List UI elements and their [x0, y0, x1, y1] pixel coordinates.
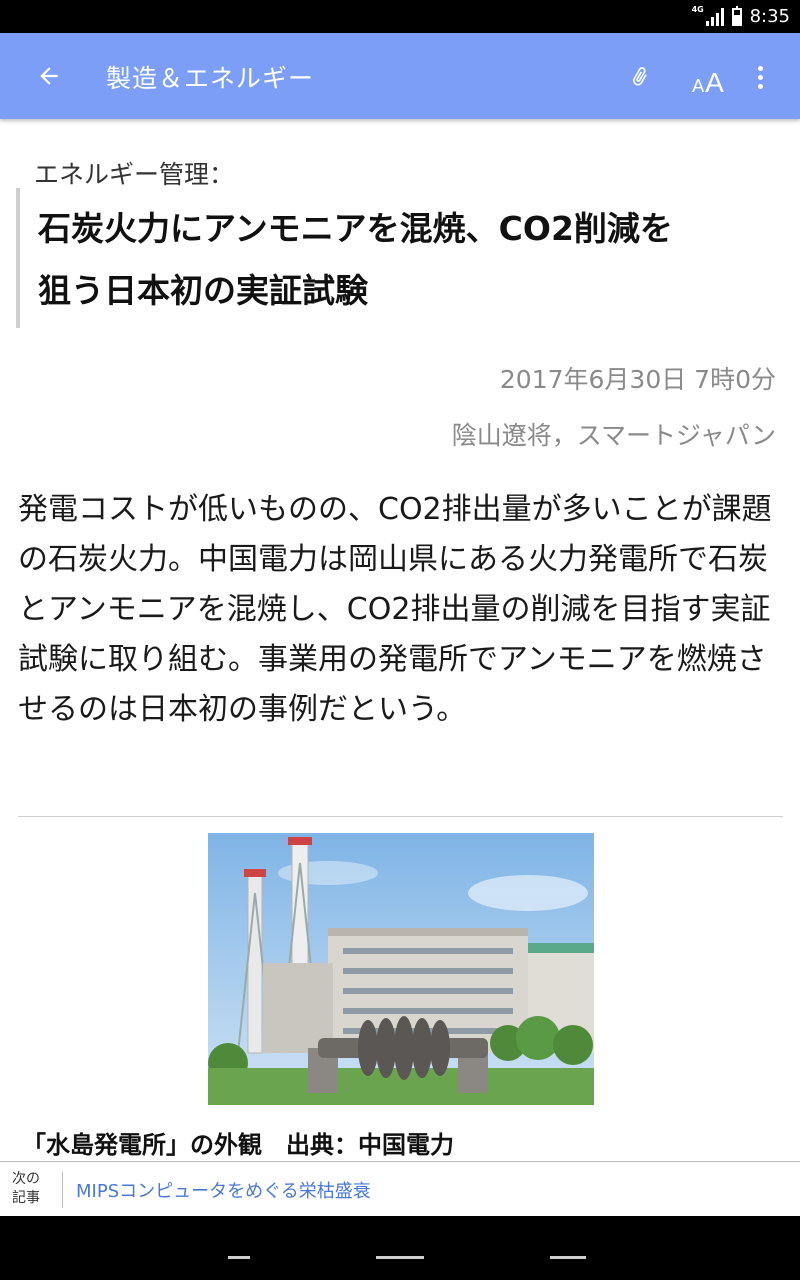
headline-block: 石炭火力にアンモニアを混焼、CO2削減を 狙う日本初の実証試験 — [16, 188, 780, 328]
font-size-small-glyph: A — [692, 76, 705, 96]
article-headline: 石炭火力にアンモニアを混焼、CO2削減を 狙う日本初の実証試験 — [38, 198, 768, 322]
page-title: 製造＆エネルギー — [106, 64, 315, 93]
app-bar: 製造＆エネルギー A A — [0, 33, 800, 119]
more-vert-icon — [757, 65, 763, 71]
headline-line-2: 狙う日本初の実証試験 — [38, 271, 368, 310]
nav-recents-button[interactable] — [550, 1256, 586, 1259]
article-author: 陰山遼将，スマートジャパン — [451, 421, 776, 450]
arrow-left-icon — [40, 67, 58, 85]
status-time: 8:35 — [749, 6, 790, 27]
paperclip-icon — [633, 67, 647, 86]
system-nav-bar — [0, 1216, 800, 1280]
photo-caption: 「水島発電所」の外観 出典：中国電力 — [22, 1131, 454, 1159]
font-size-large-glyph: A — [705, 67, 724, 98]
signal-icon: 4G — [692, 5, 724, 26]
next-article-bar[interactable]: 次の 記事 MIPSコンピュータをめぐる栄枯盛衰 — [0, 1161, 800, 1217]
next-label-line-1: 次の — [12, 1171, 40, 1187]
next-article-link[interactable]: MIPSコンピュータをめぐる栄枯盛衰 — [76, 1177, 371, 1203]
divider — [18, 816, 783, 817]
next-article-label: 次の 記事 — [12, 1170, 52, 1208]
attach-button[interactable] — [622, 59, 658, 95]
article-date: 2017年6月30日 7時0分 — [499, 365, 776, 394]
nav-home-button[interactable] — [376, 1256, 424, 1259]
article-lead: 発電コストが低いものの、CO2排出量が多いことが課題の石炭火力。中国電力は岡山県… — [18, 492, 772, 727]
nav-back-button[interactable] — [228, 1256, 250, 1259]
font-size-button[interactable]: A A — [684, 57, 732, 97]
more-options-button[interactable] — [744, 57, 776, 97]
network-type: 4G — [691, 4, 704, 14]
headline-line-1: 石炭火力にアンモニアを混焼、CO2削減を — [38, 209, 673, 248]
next-label-line-2: 記事 — [12, 1190, 40, 1206]
article-photo[interactable] — [208, 833, 594, 1105]
back-button[interactable] — [28, 55, 70, 97]
battery-icon — [731, 5, 742, 26]
next-article-separator — [62, 1172, 63, 1208]
article-kicker: エネルギー管理： — [34, 160, 235, 189]
power-plant-image — [208, 833, 594, 1105]
status-bar: 4G 8:35 — [0, 0, 800, 33]
